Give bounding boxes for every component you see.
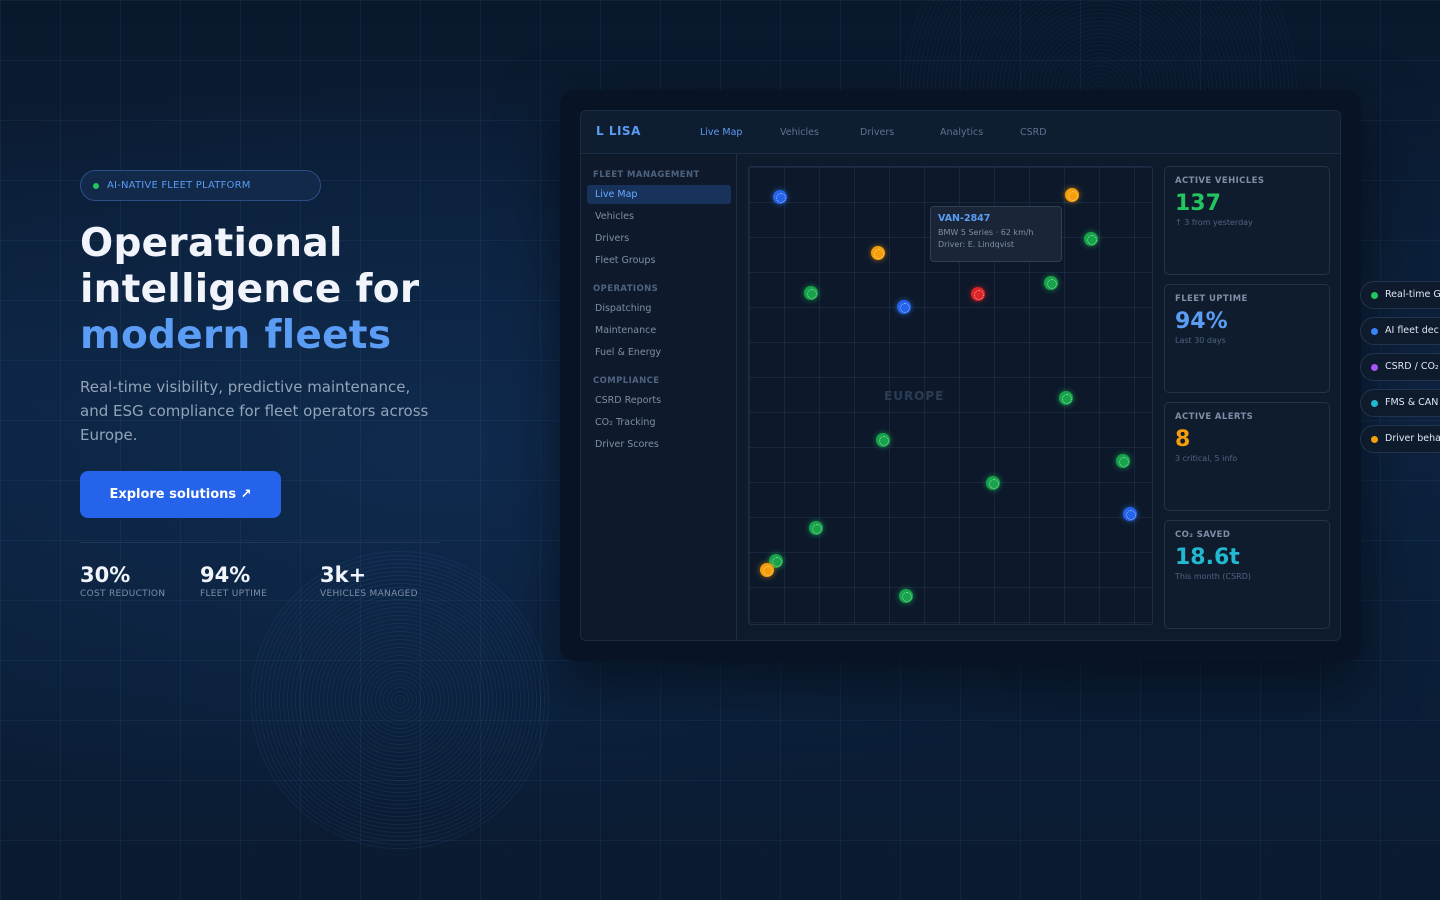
live-map[interactable]: EUROPE VAN-2847 BMW 5 Series · 62 km/h D… <box>748 166 1153 625</box>
stat-fleet-uptime: 94% FLEET UPTIME <box>200 563 320 599</box>
sidebar-item-vehicles[interactable]: Vehicles <box>587 207 731 226</box>
tooltip-driver: Driver: E. Lindqvist <box>938 240 1015 249</box>
stat-vehicles-managed: 3k+ VEHICLES MANAGED <box>320 563 440 599</box>
dot-icon <box>1371 328 1378 335</box>
vehicle-marker[interactable] <box>897 300 911 314</box>
vehicle-marker[interactable] <box>871 246 885 260</box>
vehicle-marker[interactable] <box>899 589 913 603</box>
stat-label: COST REDUCTION <box>80 589 166 599</box>
tab-analytics[interactable]: Analytics <box>940 127 983 138</box>
dot-icon <box>1371 292 1378 299</box>
tab-live-map[interactable]: Live Map <box>700 127 742 138</box>
app-sidebar: FLEET MANAGEMENT Live Map Vehicles Drive… <box>581 154 737 640</box>
feature-pill-label: CSRD / CO₂ <box>1385 361 1439 372</box>
sidebar-item-csrd-reports[interactable]: CSRD Reports <box>587 391 731 410</box>
feature-pill[interactable]: Real-time G <box>1360 281 1440 309</box>
feature-pill-label: AI fleet dec <box>1385 325 1439 336</box>
kpi-value: 137 <box>1175 191 1221 216</box>
feature-pill-label: Real-time G <box>1385 289 1440 300</box>
vehicle-marker[interactable] <box>986 476 1000 490</box>
stat-cost-reduction: 30% COST REDUCTION <box>80 563 200 599</box>
kpi-sub: This month (CSRD) <box>1175 572 1252 581</box>
vehicle-marker[interactable] <box>1123 507 1137 521</box>
hero-title-line: Operational <box>80 221 343 266</box>
divider <box>80 542 440 543</box>
feature-pill[interactable]: FMS & CAN <box>1360 389 1440 417</box>
vehicle-marker[interactable] <box>1059 391 1073 405</box>
tab-drivers[interactable]: Drivers <box>860 127 894 138</box>
kpi-fleet-uptime: FLEET UPTIME 94% Last 30 days <box>1164 284 1330 393</box>
sidebar-item-fleet-groups[interactable]: Fleet Groups <box>587 251 731 270</box>
dot-icon <box>1371 400 1378 407</box>
vehicle-marker[interactable] <box>1065 188 1079 202</box>
kpi-sub: ↑ 3 from yesterday <box>1175 218 1253 227</box>
sidebar-item-dispatching[interactable]: Dispatching <box>587 299 731 318</box>
feature-pill-label: Driver beha <box>1385 433 1440 444</box>
vehicle-marker[interactable] <box>804 286 818 300</box>
vehicle-marker[interactable] <box>1084 232 1098 246</box>
hero-title: Operational intelligence for modern flee… <box>80 221 440 359</box>
kpi-sub: Last 30 days <box>1175 336 1226 345</box>
vehicle-marker[interactable] <box>971 287 985 301</box>
feature-pill-label: FMS & CAN <box>1385 397 1439 408</box>
kpi-active-alerts: ACTIVE ALERTS 8 3 critical, 5 info <box>1164 402 1330 511</box>
feature-pill[interactable]: Driver beha <box>1360 425 1440 453</box>
sidebar-section-title: FLEET MANAGEMENT <box>593 170 700 180</box>
tooltip-vehicle-info: BMW 5 Series · 62 km/h <box>938 228 1034 237</box>
kpi-value: 94% <box>1175 309 1228 334</box>
feature-pill[interactable]: CSRD / CO₂ <box>1360 353 1440 381</box>
explore-solutions-button[interactable]: Explore solutions ↗ <box>80 471 281 518</box>
kpi-label: FLEET UPTIME <box>1175 294 1248 304</box>
sidebar-item-maintenance[interactable]: Maintenance <box>587 321 731 340</box>
app-topbar: L LISA Live Map Vehicles Drivers Analyti… <box>581 111 1340 154</box>
dot-icon <box>1371 364 1378 371</box>
sidebar-item-drivers[interactable]: Drivers <box>587 229 731 248</box>
stat-value: 30% <box>80 563 131 587</box>
dashboard-preview: L LISA Live Map Vehicles Drivers Analyti… <box>580 110 1341 641</box>
vehicle-marker[interactable] <box>1044 276 1058 290</box>
sidebar-section-title: OPERATIONS <box>593 284 659 294</box>
kpi-sub: 3 critical, 5 info <box>1175 454 1238 463</box>
stat-value: 3k+ <box>320 563 367 587</box>
kpi-label: ACTIVE VEHICLES <box>1175 176 1265 186</box>
stat-value: 94% <box>200 563 251 587</box>
stats-row: 30% COST REDUCTION 94% FLEET UPTIME 3k+ … <box>80 563 440 599</box>
kpi-label: ACTIVE ALERTS <box>1175 412 1254 422</box>
vehicle-marker[interactable] <box>809 521 823 535</box>
status-dot-icon <box>93 182 99 189</box>
hero-section: AI-NATIVE FLEET PLATFORM Operational int… <box>80 170 440 599</box>
stat-label: FLEET UPTIME <box>200 589 268 599</box>
kpi-active-vehicles: ACTIVE VEHICLES 137 ↑ 3 from yesterday <box>1164 166 1330 275</box>
vehicle-marker[interactable] <box>876 433 890 447</box>
sidebar-item-driver-scores[interactable]: Driver Scores <box>587 435 731 454</box>
badge-label: AI-NATIVE FLEET PLATFORM <box>107 180 251 191</box>
app-logo: L LISA <box>596 124 641 138</box>
platform-badge: AI-NATIVE FLEET PLATFORM <box>80 170 321 201</box>
kpi-label: CO₂ SAVED <box>1175 530 1231 540</box>
sidebar-section-title: COMPLIANCE <box>593 376 660 386</box>
vehicle-marker[interactable] <box>760 563 774 577</box>
vehicle-marker[interactable] <box>1116 454 1130 468</box>
cta-label: Explore solutions ↗ <box>109 487 252 502</box>
kpi-co2-saved: CO₂ SAVED 18.6t This month (CSRD) <box>1164 520 1330 629</box>
hero-title-accent: modern fleets <box>80 313 392 358</box>
kpi-value: 18.6t <box>1175 545 1240 570</box>
dot-icon <box>1371 436 1378 443</box>
tab-csrd[interactable]: CSRD <box>1020 127 1047 138</box>
tooltip-vehicle-id: VAN-2847 <box>938 213 991 224</box>
stat-label: VEHICLES MANAGED <box>320 589 418 599</box>
vehicle-tooltip: VAN-2847 BMW 5 Series · 62 km/h Driver: … <box>930 206 1062 262</box>
hero-title-line: intelligence for <box>80 267 420 312</box>
feature-pill[interactable]: AI fleet dec <box>1360 317 1440 345</box>
hero-subtitle: Real-time visibility, predictive mainten… <box>80 378 429 444</box>
tab-vehicles[interactable]: Vehicles <box>780 127 819 138</box>
map-region-label: EUROPE <box>884 389 945 403</box>
sidebar-item-fuel-energy[interactable]: Fuel & Energy <box>587 343 731 362</box>
vehicle-marker[interactable] <box>773 190 787 204</box>
sidebar-item-live-map[interactable]: Live Map <box>587 185 731 204</box>
sidebar-item-co2-tracking[interactable]: CO₂ Tracking <box>587 413 731 432</box>
kpi-value: 8 <box>1175 427 1191 452</box>
